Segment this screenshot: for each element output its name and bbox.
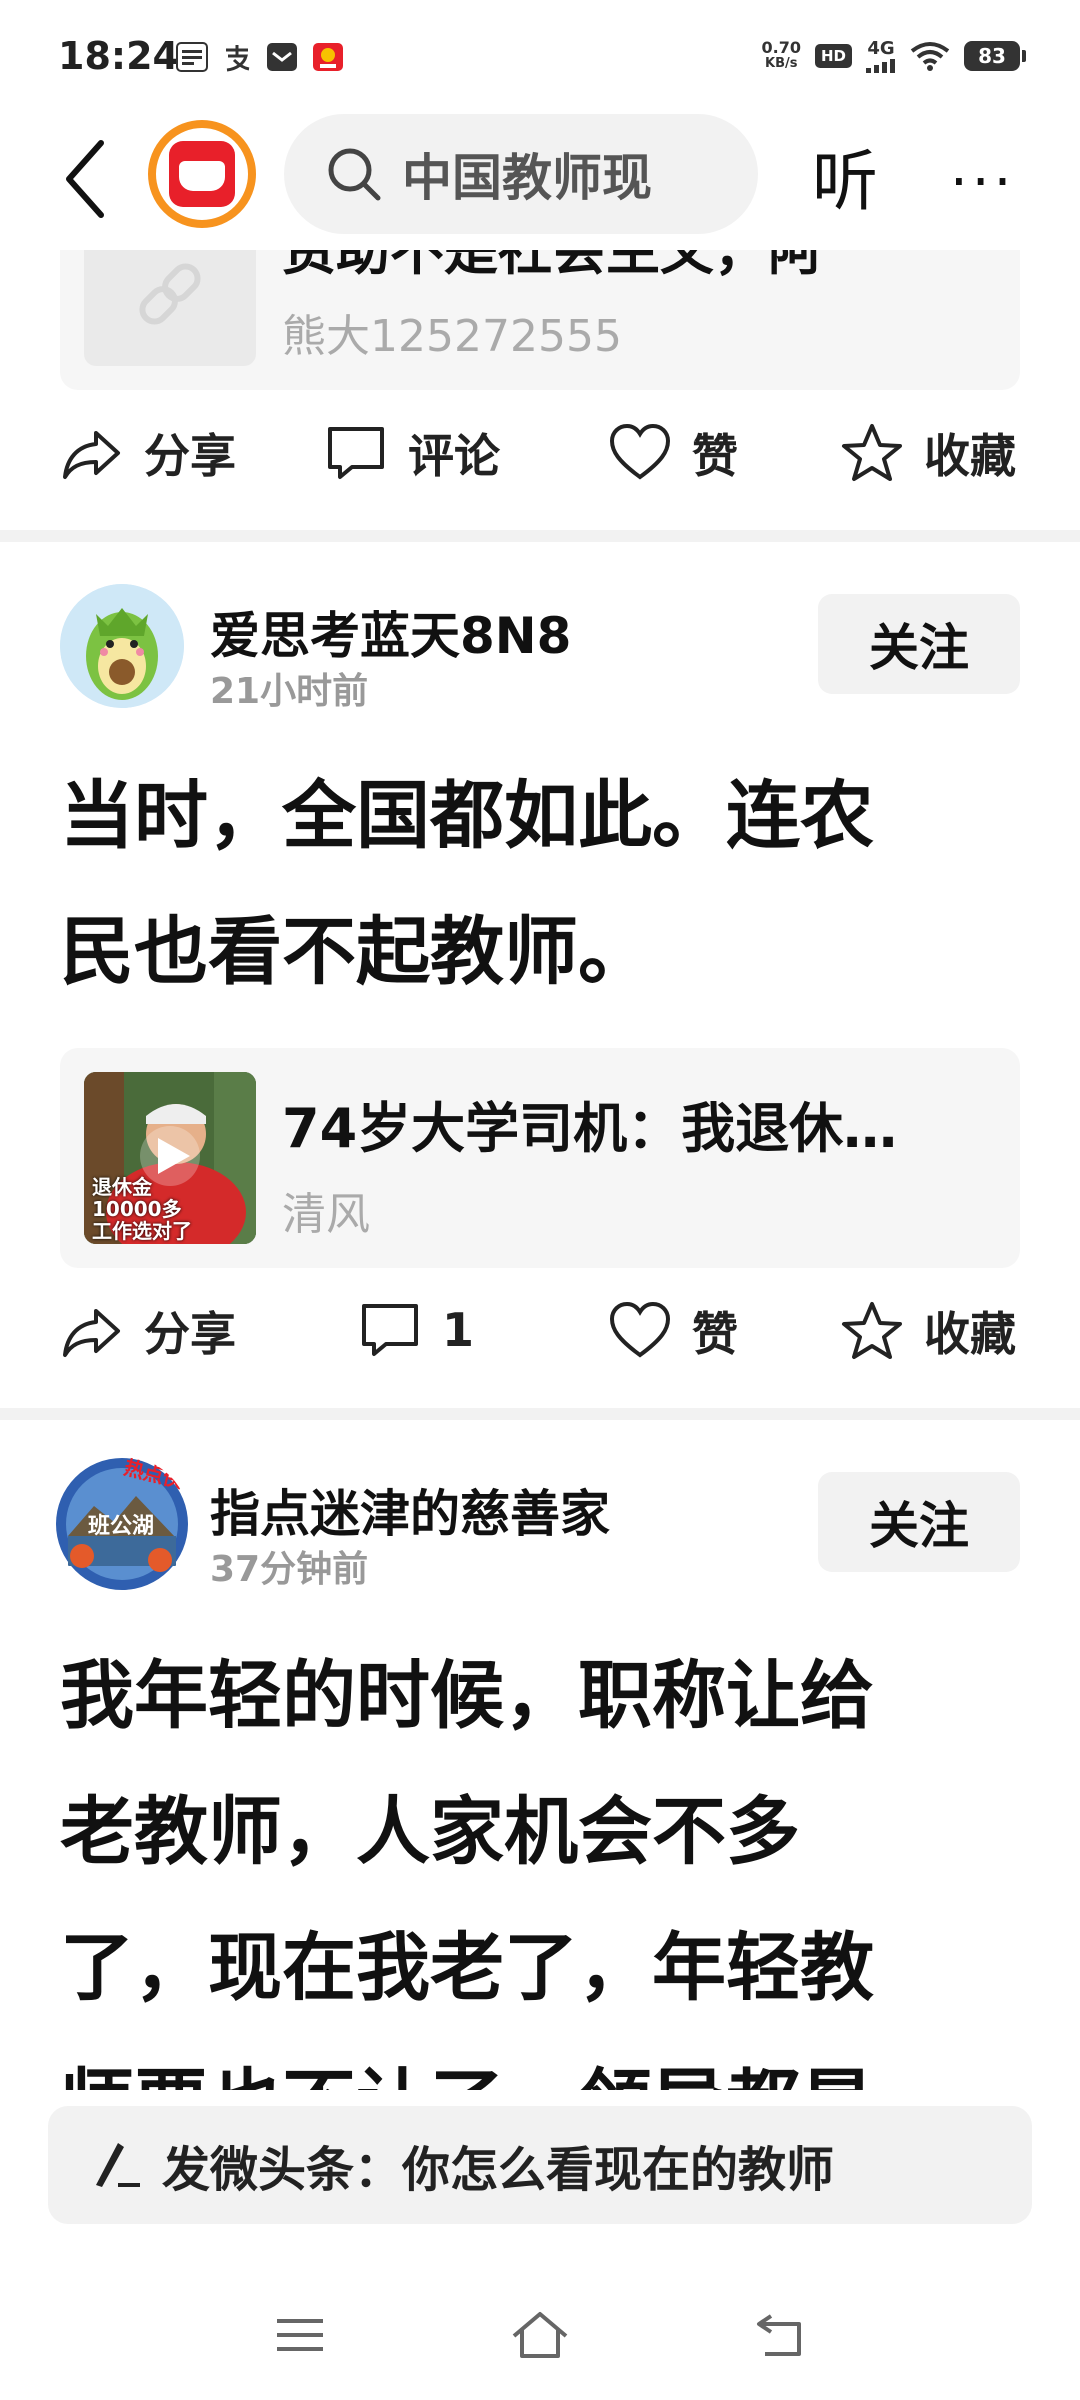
post-text[interactable]: 我年轻的时候，职称让给 老教师，人家机会不多 了，现在我老了，年轻教 师要也不让…: [60, 1628, 1020, 2090]
wifi-icon: [910, 41, 950, 71]
favorite-button[interactable]: 收藏: [840, 420, 1016, 486]
search-icon: [328, 148, 381, 201]
battery-indicator: 83: [964, 40, 1026, 71]
cell-signal-icon: 4G: [866, 38, 896, 73]
username[interactable]: 爱思考蓝天8N8: [210, 596, 571, 668]
app-logo[interactable]: [148, 120, 256, 228]
heart-icon: [609, 423, 671, 480]
avatar[interactable]: [60, 584, 184, 708]
like-button[interactable]: 赞: [608, 1298, 738, 1364]
feed[interactable]: 资助不是社会主义，阿 熊大125272555 分享 评论 赞 收藏 爱思考蓝天8…: [0, 250, 1080, 2090]
alipay-notification-icon: [226, 45, 250, 72]
avocado-avatar-icon: [60, 584, 184, 708]
share-label: 分享: [144, 429, 236, 483]
post-text-line: 民也看不起教师。: [60, 909, 652, 995]
star-icon: [842, 424, 902, 481]
net-speed: 0.70 KB/s: [761, 37, 801, 71]
post-action-bar: 分享 1 赞 收藏: [0, 1278, 1080, 1378]
hd-badge: HD: [814, 43, 852, 68]
link-thumbnail: [84, 250, 256, 366]
app-notification-icon: [313, 43, 343, 71]
chevron-left-icon: [66, 140, 104, 218]
share-button[interactable]: 分享: [60, 1298, 236, 1364]
favorite-button[interactable]: 收藏: [840, 1298, 1016, 1364]
shared-link-card[interactable]: 退休金 10000多 工作选对了 74岁大学司机：我退休… 清风: [60, 1048, 1020, 1268]
search-query: 中国教师现: [402, 149, 652, 207]
top-header: 中国教师现 听 ···: [0, 110, 1080, 250]
menu-icon: [277, 2319, 323, 2351]
username[interactable]: 指点迷津的慈善家: [210, 1474, 610, 1546]
return-icon: [757, 2314, 801, 2356]
post-text[interactable]: 当时，全国都如此。连农 民也看不起教师。: [60, 748, 1020, 1020]
post-action-bar: 分享 评论 赞 收藏: [0, 400, 1080, 500]
comment-icon: [362, 1304, 418, 1356]
share-label: 分享: [144, 1307, 236, 1361]
status-right-group: 0.70 KB/s HD 4G 83: [761, 37, 1026, 73]
share-icon: [63, 1309, 120, 1357]
search-bar[interactable]: 中国教师现: [284, 114, 758, 234]
thumbnail-caption: 退休金 10000多 工作选对了: [92, 1175, 192, 1243]
post-text-line: 师要也不让了，领导都是: [60, 2036, 1020, 2090]
avatar-caption: 班公湖: [88, 1514, 155, 1539]
post-header: 班公湖 热点侠 指点迷津的慈善家 37分钟前 关注: [0, 1456, 1080, 1592]
recent-apps-button[interactable]: [260, 2300, 340, 2370]
follow-button[interactable]: 关注: [818, 594, 1020, 694]
listen-button[interactable]: 听: [812, 128, 878, 224]
post-text-line: 老教师，人家机会不多: [60, 1789, 800, 1875]
share-icon: [63, 431, 120, 479]
status-bar: 18:24 0.70 KB/s HD 4G 83: [0, 0, 1080, 110]
composer-prompt: 发微头条：你怎么看现在的教师: [162, 2142, 835, 2198]
favorite-label: 收藏: [924, 429, 1016, 483]
follow-button[interactable]: 关注: [818, 1472, 1020, 1572]
favorite-label: 收藏: [924, 1307, 1016, 1361]
mail-notification-icon: [267, 43, 297, 71]
micro-post-composer[interactable]: 发微头条：你怎么看现在的教师: [48, 2106, 1032, 2224]
comment-count: 1: [442, 1303, 475, 1357]
post-divider: [0, 1408, 1080, 1420]
like-button[interactable]: 赞: [608, 420, 738, 486]
link-title: 74岁大学司机：我退休…: [282, 1097, 898, 1160]
back-button[interactable]: [50, 134, 120, 224]
post-time: 21小时前: [210, 671, 369, 712]
link-author: 清风: [282, 1189, 370, 1240]
star-icon: [842, 1302, 902, 1359]
like-label: 赞: [692, 1307, 738, 1361]
home-button[interactable]: [500, 2300, 580, 2370]
post-text-line: 了，现在我老了，年轻教: [60, 1925, 874, 2011]
post-text-line: 我年轻的时候，职称让给: [60, 1653, 874, 1739]
video-thumbnail: 退休金 10000多 工作选对了: [84, 1072, 256, 1244]
comment-button[interactable]: 1: [358, 1298, 474, 1362]
link-icon: [139, 263, 201, 325]
link-author: 熊大125272555: [282, 311, 622, 362]
comment-label: 评论: [408, 429, 500, 483]
like-label: 赞: [692, 429, 738, 483]
heart-icon: [609, 1301, 671, 1358]
post-text-line: 当时，全国都如此。连农: [60, 773, 874, 859]
shared-link-card[interactable]: 资助不是社会主义，阿 熊大125272555: [60, 250, 1020, 390]
pen-icon: [96, 2143, 140, 2187]
home-icon: [512, 2312, 568, 2358]
post-time: 37分钟前: [210, 1549, 369, 1590]
comment-button[interactable]: 评论: [324, 420, 500, 486]
more-options-button[interactable]: ···: [950, 150, 1015, 215]
toutiao-notification-icon: [176, 42, 208, 72]
system-nav-bar: [0, 2270, 1080, 2400]
post-header: 爱思考蓝天8N8 21小时前 关注: [0, 584, 1080, 714]
status-time: 18:24: [58, 34, 179, 78]
link-title: 资助不是社会主义，阿: [282, 250, 822, 282]
back-nav-button[interactable]: [740, 2300, 820, 2370]
share-button[interactable]: 分享: [60, 420, 236, 486]
comment-icon: [328, 427, 384, 479]
red-packet-icon: [169, 141, 235, 207]
avatar[interactable]: 班公湖 热点侠: [54, 1456, 190, 1592]
post-divider: [0, 530, 1080, 542]
